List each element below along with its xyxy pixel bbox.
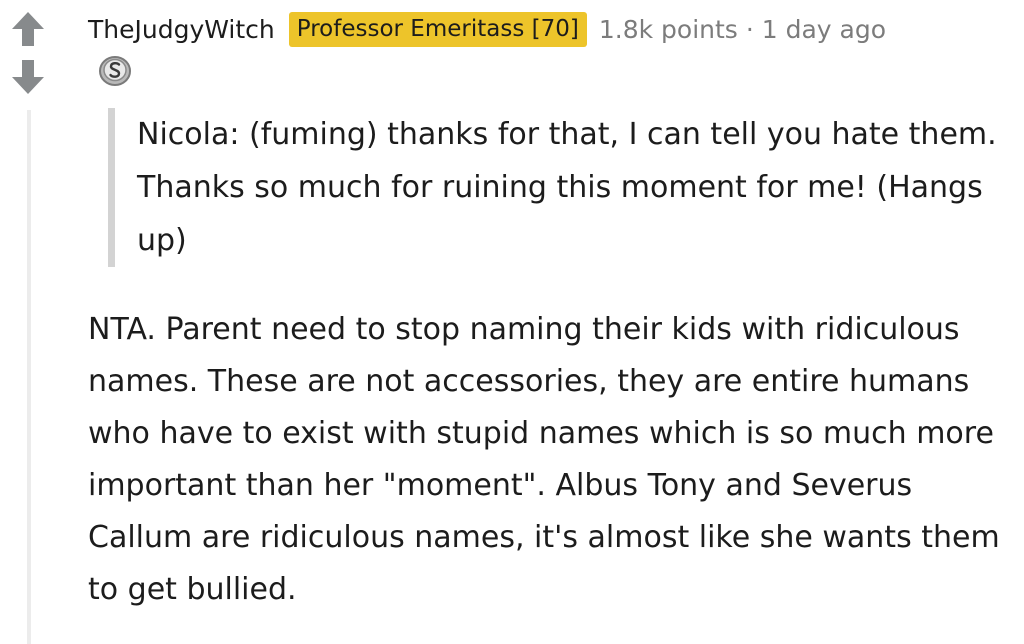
thread-collapse-line[interactable] bbox=[27, 110, 31, 644]
arrow-up-icon[interactable] bbox=[10, 10, 46, 48]
arrow-down-icon[interactable] bbox=[10, 58, 46, 96]
comment-meta: TheJudgyWitch Professor Emeritass [70] 1… bbox=[88, 9, 886, 49]
silver-award-icon[interactable] bbox=[98, 53, 132, 87]
comment-body: NTA. Parent need to stop naming their ki… bbox=[88, 304, 1008, 616]
points-count: 1.8k points bbox=[598, 14, 738, 44]
user-flair: Professor Emeritass [70] bbox=[288, 11, 587, 47]
username-link[interactable]: TheJudgyWitch bbox=[88, 15, 275, 44]
vote-column bbox=[0, 0, 60, 644]
quote-paragraph: Nicola: (fuming) thanks for that, I can … bbox=[137, 117, 997, 258]
comment-age[interactable]: 1 day ago bbox=[762, 15, 886, 44]
quoted-text: Nicola: (fuming) thanks for that, I can … bbox=[108, 108, 1017, 267]
comment-paragraph: NTA. Parent need to stop naming their ki… bbox=[88, 312, 1000, 607]
meta-separator: · bbox=[745, 14, 754, 44]
